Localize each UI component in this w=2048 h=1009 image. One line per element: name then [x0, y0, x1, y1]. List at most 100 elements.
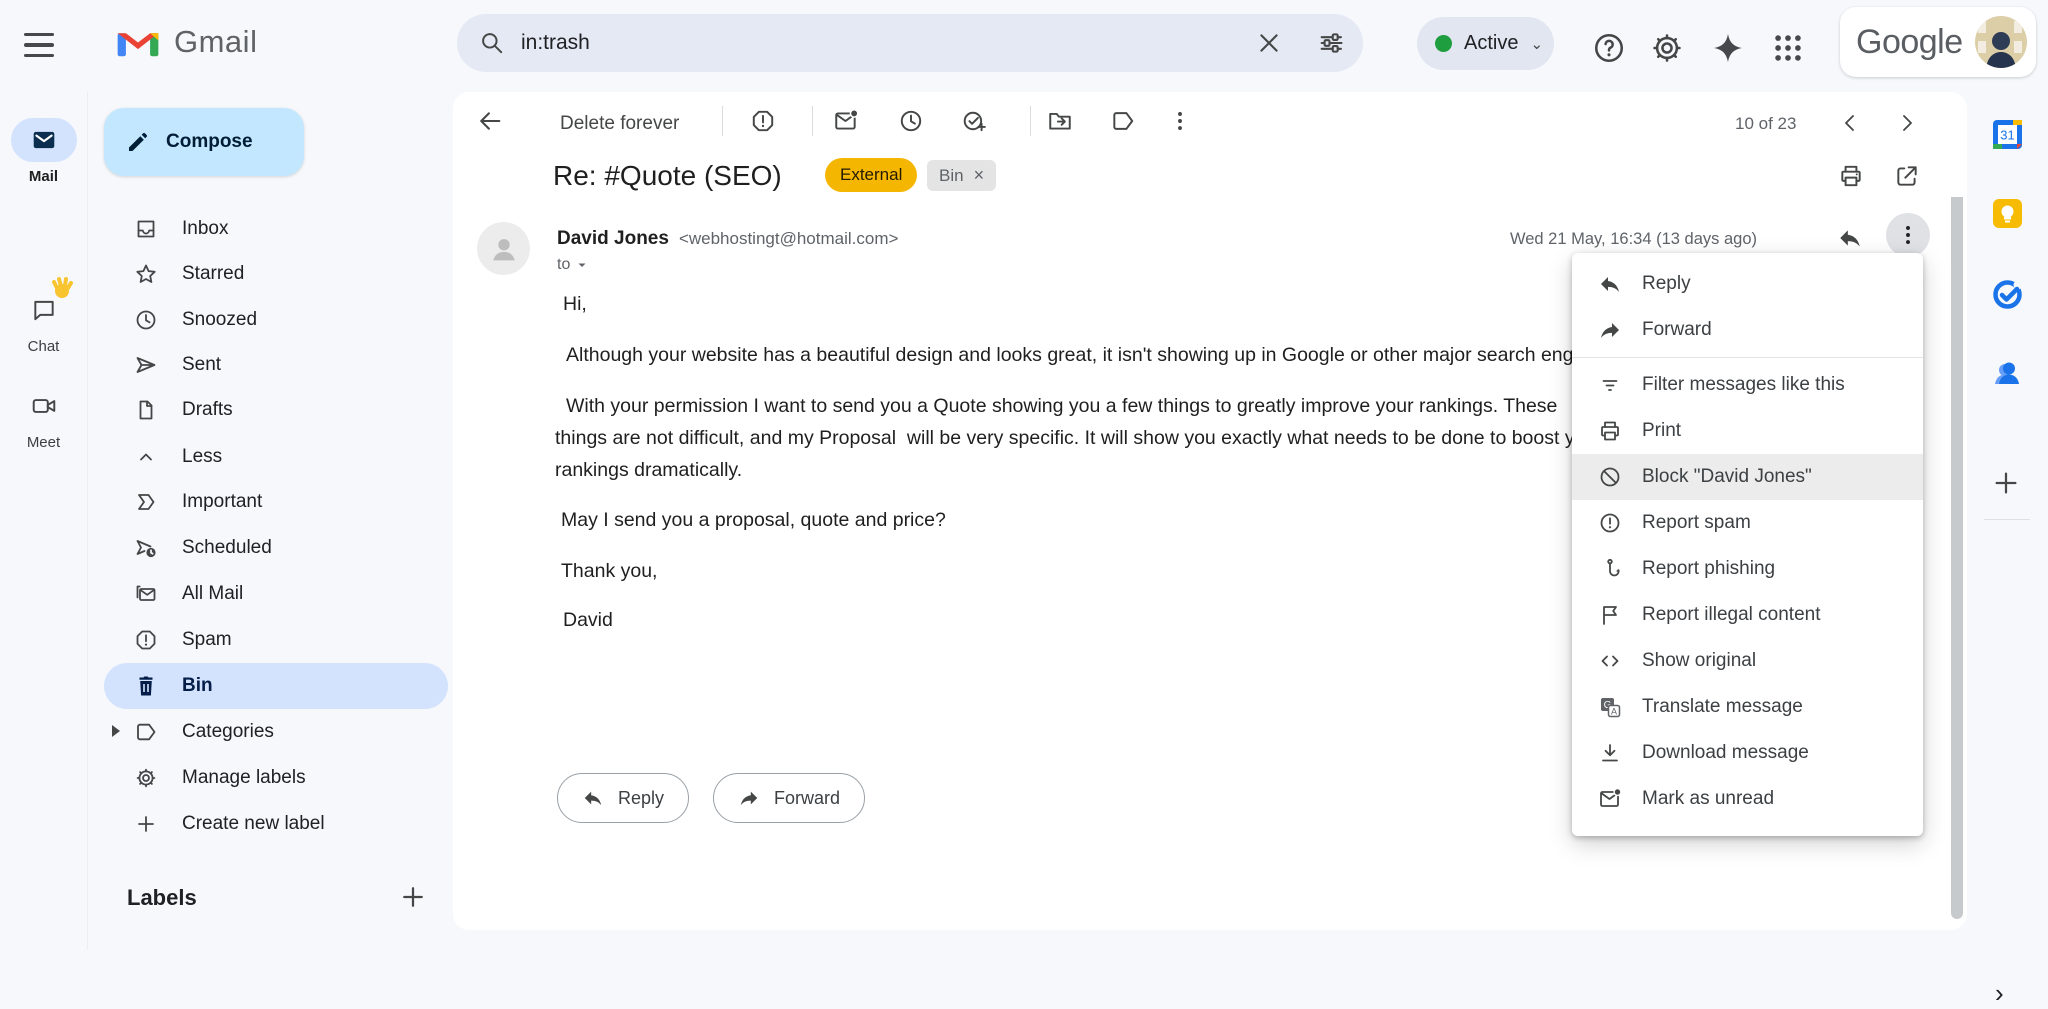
menu-item-download-message[interactable]: Download message — [1572, 730, 1923, 776]
sidebar-item-drafts[interactable]: Drafts — [104, 387, 448, 433]
main-menu-hamburger[interactable] — [22, 30, 56, 60]
app-rail: Mail Chat Meet — [0, 92, 88, 950]
sender-address: <webhostingt@hotmail.com> — [679, 229, 898, 249]
spam-icon — [134, 628, 158, 652]
menu-item-print[interactable]: Print — [1572, 408, 1923, 454]
menu-item-report-spam[interactable]: Report spam — [1572, 500, 1923, 546]
sidebar-item-less[interactable]: Less — [104, 434, 448, 480]
sidebar-item-important[interactable]: Important — [104, 479, 448, 525]
email-body-line: rankings dramatically. — [555, 459, 742, 482]
draft-icon — [134, 398, 158, 422]
star-icon — [134, 262, 158, 286]
bin-label-chip[interactable]: Bin × — [927, 160, 996, 191]
menu-item-mark-as-unread[interactable]: Mark as unread — [1572, 776, 1923, 822]
important-icon — [134, 490, 158, 514]
reply-button[interactable]: Reply — [557, 773, 689, 823]
sidebar-item-starred[interactable]: Starred — [104, 251, 448, 297]
status-chip[interactable]: Active ⌄ — [1417, 17, 1554, 70]
open-in-new-icon[interactable] — [1889, 158, 1925, 194]
older-conversation-icon[interactable] — [1889, 105, 1925, 141]
scheduled-send-icon — [134, 536, 158, 560]
contacts-icon[interactable] — [1991, 356, 2024, 389]
clear-search-icon[interactable] — [1253, 27, 1285, 59]
video-camera-icon — [31, 393, 57, 419]
rail-label-mail: Mail — [0, 168, 87, 185]
menu-item-forward[interactable]: Forward — [1572, 307, 1923, 353]
search-input[interactable]: in:trash — [521, 31, 590, 55]
message-more-options-icon[interactable] — [1886, 213, 1930, 257]
gmail-logo[interactable]: Gmail — [116, 24, 257, 60]
rail-item-meet[interactable]: Meet — [0, 384, 87, 451]
side-panel: 31 › — [1967, 92, 2048, 950]
translate-icon: G A — [1598, 695, 1622, 719]
sidebar-item-scheduled[interactable]: Scheduled — [104, 525, 448, 571]
keep-icon[interactable] — [1991, 197, 2024, 230]
menu-item-report-illegal-content[interactable]: Report illegal content — [1572, 592, 1923, 638]
menu-item-report-phishing[interactable]: Report phishing — [1572, 546, 1923, 592]
help-icon[interactable] — [1592, 31, 1626, 65]
remove-label-icon[interactable]: × — [974, 165, 985, 186]
email-subject: Re: #Quote (SEO) — [553, 160, 782, 192]
menu-item-block-sender[interactable]: Block "David Jones" — [1572, 454, 1923, 500]
gemini-icon[interactable] — [1711, 31, 1745, 65]
email-body-line: Thank you, — [561, 560, 657, 583]
labels-icon[interactable] — [1105, 103, 1141, 139]
user-avatar[interactable] — [1974, 15, 2028, 69]
mark-unread-icon[interactable] — [828, 103, 864, 139]
settings-gear-icon[interactable] — [1650, 31, 1684, 65]
email-body-line: With your permission I want to send you … — [566, 395, 1557, 418]
search-bar[interactable]: in:trash — [457, 14, 1363, 72]
add-label-icon[interactable] — [398, 882, 430, 914]
report-spam-icon[interactable] — [745, 103, 781, 139]
scrollbar[interactable] — [1951, 197, 1963, 919]
sidebar-item-inbox[interactable]: Inbox — [104, 206, 448, 252]
gmail-wordmark: Gmail — [174, 24, 257, 60]
expander-arrow-icon[interactable] — [112, 725, 120, 737]
tasks-icon[interactable] — [1991, 278, 2024, 311]
email-body-line: Although your website has a beautiful de… — [566, 344, 1615, 367]
add-to-tasks-icon[interactable] — [956, 103, 992, 139]
sidebar-item-create-new-label[interactable]: Create new label — [104, 801, 448, 847]
back-arrow-icon[interactable] — [472, 103, 508, 139]
google-account-pill[interactable]: Google — [1840, 7, 2036, 77]
snooze-icon[interactable] — [893, 103, 929, 139]
sender-avatar[interactable] — [477, 222, 530, 275]
email-body-line: May I send you a proposal, quote and pri… — [561, 509, 946, 532]
forward-icon — [1598, 318, 1622, 342]
show-side-panel-icon[interactable]: › — [1995, 978, 2004, 1009]
newer-conversation-icon[interactable] — [1832, 105, 1868, 141]
sidebar-item-sent[interactable]: Sent — [104, 342, 448, 388]
menu-item-translate-message[interactable]: G A Translate message — [1572, 684, 1923, 730]
pagination-counter: 10 of 23 — [1735, 114, 1796, 134]
compose-button[interactable]: Compose — [104, 108, 304, 176]
print-icon[interactable] — [1833, 158, 1869, 194]
menu-item-filter-messages[interactable]: Filter messages like this — [1572, 362, 1923, 408]
menu-item-reply[interactable]: Reply — [1572, 261, 1923, 307]
sidebar-item-manage-labels[interactable]: Manage labels — [104, 755, 448, 801]
forward-button[interactable]: Forward — [713, 773, 865, 823]
recipient-details-toggle[interactable]: to — [557, 256, 588, 274]
rail-item-mail[interactable]: Mail — [0, 118, 87, 185]
pencil-icon — [126, 130, 150, 154]
chevron-down-icon: ⌄ — [1530, 35, 1543, 53]
external-badge: External — [825, 158, 917, 192]
sidebar-item-bin[interactable]: Bin — [104, 663, 448, 709]
reply-icon — [582, 787, 604, 809]
sidebar-item-snoozed[interactable]: Snoozed — [104, 297, 448, 343]
calendar-icon[interactable]: 31 — [1991, 118, 2024, 151]
sidebar-item-all-mail[interactable]: All Mail — [104, 571, 448, 617]
delete-forever-button[interactable]: Delete forever — [560, 113, 679, 135]
more-options-icon[interactable] — [1162, 103, 1198, 139]
toolbar-divider — [1030, 106, 1031, 136]
move-to-icon[interactable] — [1042, 103, 1078, 139]
get-add-ons-icon[interactable] — [1991, 468, 2024, 501]
sidebar-item-spam[interactable]: Spam — [104, 617, 448, 663]
rail-item-chat[interactable]: Chat — [0, 288, 87, 355]
mail-pill — [11, 118, 77, 162]
search-filters-icon[interactable] — [1315, 27, 1347, 59]
rail-label-meet: Meet — [0, 434, 87, 451]
search-icon — [479, 30, 505, 56]
menu-item-show-original[interactable]: Show original — [1572, 638, 1923, 684]
sidebar-item-categories[interactable]: Categories — [104, 709, 448, 755]
apps-grid-icon[interactable] — [1771, 31, 1805, 65]
